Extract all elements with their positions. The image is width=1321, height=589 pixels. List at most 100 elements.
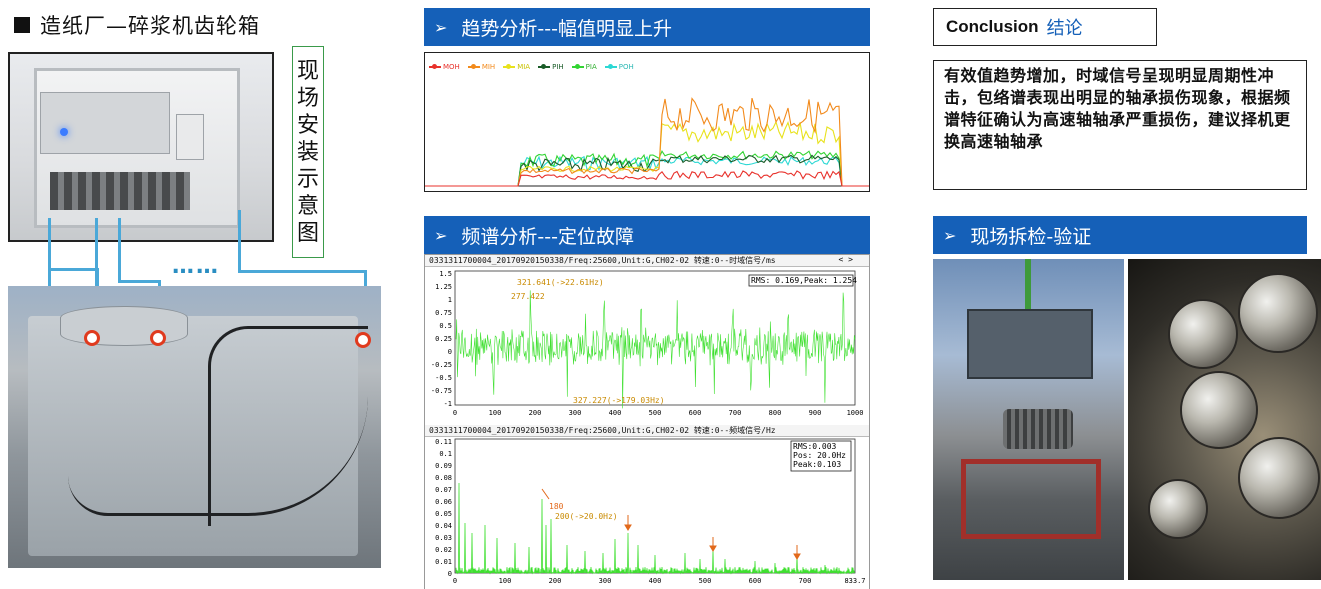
trend-chart: MOH MIH MIA PIH PIA POH [424, 52, 870, 192]
bot-xticks-label: 0 [453, 577, 457, 585]
freq-annotation: 180 [549, 502, 564, 511]
freq-spectrum-plot: 0.11 0.1 0.09 0.08 0.07 0.06 0.05 0.04 0.03 0.02 0… [435, 438, 865, 585]
acquisition-module [40, 92, 170, 154]
disassembly-photo [933, 259, 1124, 580]
inspection-banner: ➢ 现场拆检-验证 [933, 216, 1307, 254]
top-yticks-label: -0.5 [435, 374, 452, 382]
trend-series-MOH [425, 170, 869, 187]
connector-line [48, 268, 98, 271]
top-yticks-label: -0.75 [431, 387, 452, 395]
top-xticks-label: 300 [569, 409, 582, 417]
connector-line [118, 280, 160, 283]
installation-diagram-label: 现 场 安 装 示 意 图 [292, 46, 324, 258]
bot-yticks-label: 0.1 [439, 450, 452, 458]
time-annotation: 327.227(->179.03Hz) [573, 396, 665, 405]
freq-info-pos: Pos: 20.0Hz [793, 451, 846, 460]
top-yticks-label: -0.25 [431, 361, 452, 369]
freq-signal-header: 0331311700004_20170920150338/Freq:25600,… [425, 425, 869, 437]
top-yticks-label: 0.75 [435, 309, 452, 317]
bot-yticks-label: 0.01 [435, 558, 452, 566]
top-yticks-label: 1.25 [435, 283, 452, 291]
vlabel-char: 装 [296, 139, 319, 165]
bot-xticks-label: 300 [599, 577, 612, 585]
bot-yticks-label: 0.09 [435, 462, 452, 470]
arrow-bullet-icon: ➢ [434, 225, 448, 245]
bot-yticks-label: 0.07 [435, 486, 452, 494]
cable-bundle [50, 172, 190, 210]
damaged-bearing-photo [1128, 259, 1321, 580]
circuit-breaker [176, 114, 204, 160]
bot-yticks-label: 0.02 [435, 546, 452, 554]
freq-info-peak: Peak:0.103 [793, 460, 841, 469]
time-info-text: RMS: 0.169,Peak: 1.254 [751, 276, 857, 285]
gearbox-photo [8, 286, 381, 568]
vlabel-char: 场 [296, 85, 319, 111]
arrow-bullet-icon: ➢ [434, 17, 448, 37]
top-xticks-label: 600 [689, 409, 702, 417]
trend-banner-text: 趋势分析---幅值明显上升 [461, 17, 672, 40]
vlabel-char: 安 [296, 112, 319, 138]
connector-line [48, 218, 51, 270]
sensor-point-1 [84, 330, 100, 346]
bot-xticks-label: 200 [549, 577, 562, 585]
conclusion-title-zh: 结论 [1046, 18, 1083, 39]
left-title-text: 造纸厂—碎浆机齿轮箱 [40, 14, 260, 38]
bot-yticks-label: 0.08 [435, 474, 452, 482]
more-sensors-dots: …… [172, 254, 220, 279]
time-signal-header: 0331311700004_20170920150338/Freq:25600,… [425, 255, 869, 267]
top-yticks-label: 1 [448, 296, 452, 304]
top-yticks-label: 0.25 [435, 335, 452, 343]
square-bullet-icon [14, 17, 30, 33]
trend-series-PIH [425, 154, 869, 187]
bot-yticks-label: 0.11 [435, 438, 452, 446]
top-yticks-label: 0.5 [439, 322, 452, 330]
connector-line [118, 218, 121, 282]
lifted-gearbox-cover [967, 309, 1093, 379]
nav-arrows[interactable]: < > [839, 255, 853, 264]
bot-yticks-label: 0.04 [435, 522, 452, 530]
bot-xticks-label: 500 [699, 577, 712, 585]
time-signal-plot: 1.5 1.25 1 0.75 0.5 0.25 0 -0.25 -0.5 -0.75 -1 0 10… [431, 270, 864, 417]
vlabel-char: 现 [296, 58, 319, 84]
crane-sling [1025, 259, 1031, 315]
top-xticks-label: 700 [729, 409, 742, 417]
spectrum-banner-text: 频谱分析---定位故障 [461, 225, 634, 248]
top-xticks-label: 400 [609, 409, 622, 417]
vlabel-char: 意 [296, 193, 319, 219]
spectrum-banner: ➢ 频谱分析---定位故障 [424, 216, 870, 254]
trend-series-MIH [425, 97, 869, 187]
top-xticks-label: 100 [489, 409, 502, 417]
spectrum-panel: 0331311700004_20170920150338/Freq:25600,… [424, 254, 870, 589]
bot-xticks-label: 833.7 [844, 577, 865, 585]
bot-yticks-label: 0.03 [435, 534, 452, 542]
bot-xticks-label: 100 [499, 577, 512, 585]
freq-info-rms: RMS:0.003 [793, 442, 837, 451]
conclusion-title-en: Conclusion [946, 17, 1039, 36]
conclusion-title: Conclusion 结论 [933, 8, 1157, 46]
arrow-bullet-icon: ➢ [943, 225, 957, 245]
top-xticks-label: 900 [809, 409, 822, 417]
left-section-title: 造纸厂—碎浆机齿轮箱 [14, 10, 260, 40]
inspection-banner-text: 现场拆检-验证 [970, 225, 1092, 248]
exposed-gear [1003, 409, 1073, 449]
connector-line [238, 270, 366, 273]
time-annotation: 277.422 [511, 292, 545, 301]
support-frame [961, 459, 1101, 539]
conclusion-text: 有效值趋势增加，时域信号呈现明显周期性冲击，包络谱表现出明显的轴承损伤现象，根据… [933, 60, 1307, 190]
gearbox-top-cover [60, 306, 188, 346]
bearing-roller [1180, 371, 1258, 449]
sensor-point-3 [355, 332, 371, 348]
top-xticks-label: 200 [529, 409, 542, 417]
top-xticks-label: 800 [769, 409, 782, 417]
top-xticks-label: 0 [453, 409, 457, 417]
bearing-roller [1238, 273, 1318, 353]
bot-yticks-label: 0.06 [435, 498, 452, 506]
status-led [60, 128, 68, 136]
top-yticks-label: 0 [448, 348, 452, 356]
installation-photo [8, 52, 274, 242]
sensor-point-2 [150, 330, 166, 346]
bot-xticks-label: 400 [649, 577, 662, 585]
bearing-roller [1238, 437, 1320, 519]
top-yticks-label: -1 [444, 400, 452, 408]
bearing-roller [1168, 299, 1238, 369]
